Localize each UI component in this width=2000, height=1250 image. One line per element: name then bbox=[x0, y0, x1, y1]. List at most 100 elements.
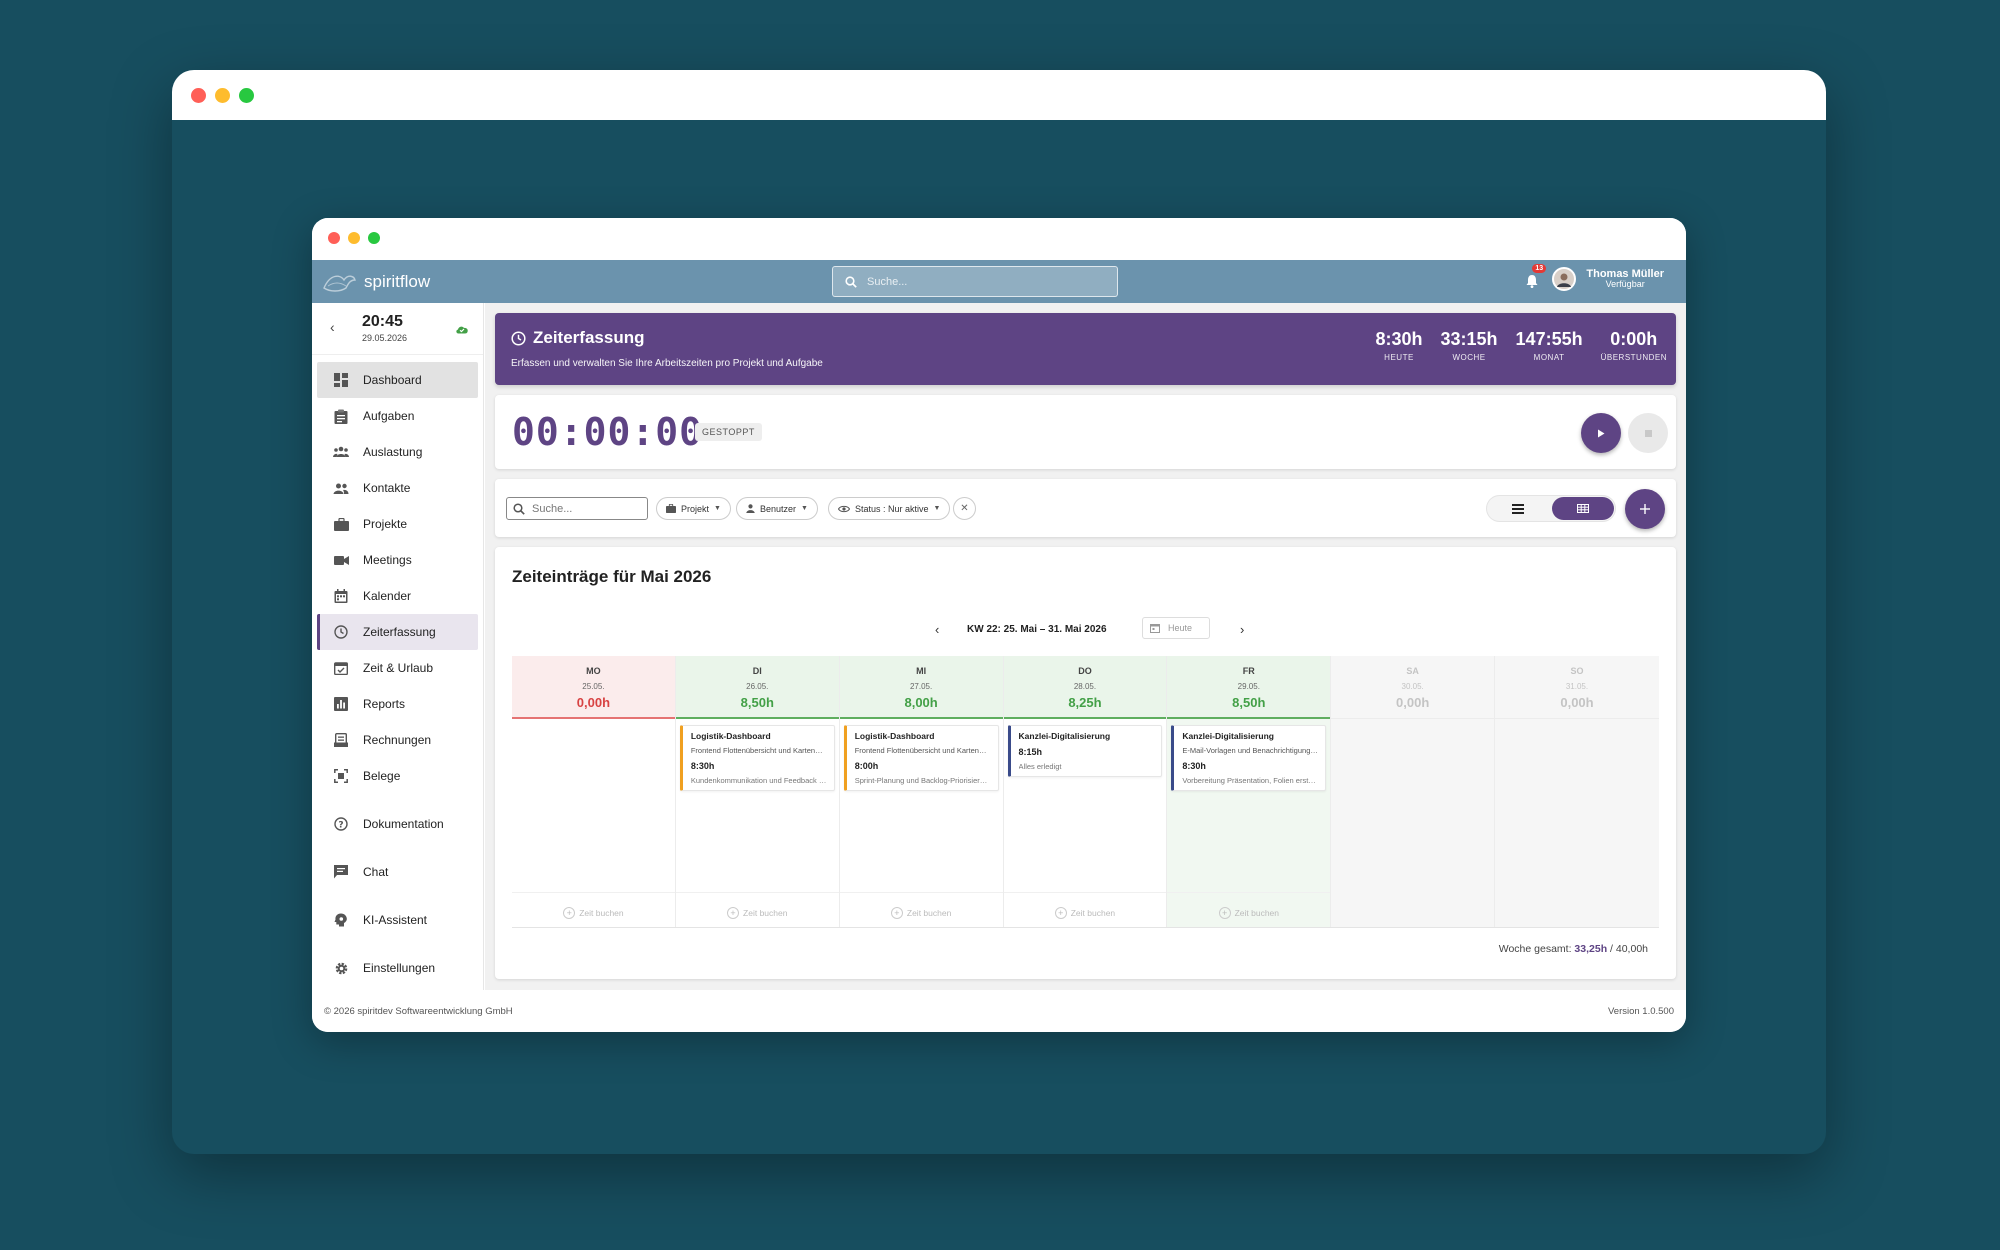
user-avatar[interactable] bbox=[1552, 267, 1577, 291]
next-week-button[interactable]: › bbox=[1240, 622, 1244, 637]
briefcase-icon bbox=[333, 516, 349, 532]
sidebar-item-label: Rechnungen bbox=[363, 733, 432, 747]
minimize-app-button[interactable] bbox=[348, 232, 360, 244]
sidebar-item-einstellungen[interactable]: Einstellungen bbox=[317, 950, 478, 986]
user-menu[interactable]: Thomas Müller Verfügbar bbox=[1586, 268, 1664, 290]
sidebar-item-auslastung[interactable]: Auslastung bbox=[317, 434, 478, 470]
book-time-button[interactable]: + Zeit buchen bbox=[1004, 907, 1167, 919]
close-app-button[interactable] bbox=[328, 232, 340, 244]
sidebar-item-projekte[interactable]: Projekte bbox=[317, 506, 478, 542]
previous-week-button[interactable]: ‹ bbox=[935, 622, 939, 637]
user-status: Verfügbar bbox=[1605, 279, 1645, 290]
week-navigation: ‹ KW 22: 25. Mai – 31. Mai 2026 Heute › bbox=[935, 617, 1255, 641]
status-filter-dropdown[interactable]: Status : Nur aktive ▼ bbox=[828, 497, 951, 520]
sidebar-item-belege[interactable]: Belege bbox=[317, 758, 478, 794]
book-time-button[interactable]: + Zeit buchen bbox=[512, 907, 675, 919]
contacts-icon bbox=[333, 480, 349, 496]
entry-task: Frontend Flottenübersicht und Kartenansi… bbox=[690, 746, 827, 755]
video-icon bbox=[333, 552, 349, 568]
day-name: FR bbox=[1242, 666, 1255, 676]
caret-down-icon: ▼ bbox=[933, 505, 941, 512]
book-time-label: Zeit buchen bbox=[1070, 908, 1116, 918]
time-entries-card: Zeiteinträge für Mai 2026 ‹ KW 22: 25. M… bbox=[495, 547, 1676, 979]
sidebar-item-kontakte[interactable]: Kontakte bbox=[317, 470, 478, 506]
time-entry[interactable]: Logistik-Dashboard Frontend Flottenübers… bbox=[679, 725, 835, 791]
day-hours: 8,25h bbox=[1068, 695, 1102, 710]
day-hours: 0,00h bbox=[1560, 695, 1594, 710]
book-time-button[interactable]: + Zeit buchen bbox=[676, 907, 839, 919]
notifications-button[interactable]: 13 bbox=[1524, 264, 1547, 288]
sidebar-item-ki-assistent[interactable]: KI-Assistent bbox=[317, 902, 478, 938]
calendar-icon bbox=[1150, 624, 1160, 633]
entry-hours: 8:30h bbox=[690, 761, 715, 771]
clear-filters-button[interactable]: ✕ bbox=[953, 497, 976, 520]
time-entry[interactable]: Logistik-Dashboard Frontend Flottenübers… bbox=[843, 725, 999, 791]
time-entry[interactable]: Kanzlei-Digitalisierung E-Mail-Vorlagen … bbox=[1171, 725, 1327, 791]
sidebar-item-chat[interactable]: Chat bbox=[317, 854, 478, 890]
page-title-text: Zeiterfassung bbox=[533, 328, 645, 347]
global-search-input[interactable]: Suche... bbox=[832, 266, 1118, 297]
sidebar-item-zeit-urlaub[interactable]: Zeit & Urlaub bbox=[317, 650, 478, 686]
sidebar-item-aufgaben[interactable]: Aufgaben bbox=[317, 398, 478, 434]
global-search-placeholder: Suche... bbox=[867, 275, 908, 288]
add-entry-button[interactable] bbox=[1625, 489, 1665, 529]
day-name: MO bbox=[586, 666, 601, 676]
time-entries-title: Zeiteinträge für Mai 2026 bbox=[512, 567, 712, 586]
stat-label: WOCHE bbox=[1452, 353, 1486, 362]
sidebar-item-label: Zeit & Urlaub bbox=[363, 661, 434, 675]
maximize-app-button[interactable] bbox=[368, 232, 380, 244]
sidebar-item-label: Kontakte bbox=[363, 481, 411, 495]
day-body[interactable]: Kanzlei-Digitalisierung 8:15h Alles erle… bbox=[1003, 719, 1167, 927]
day-column-so: SO 31.05. 0,00h bbox=[1495, 656, 1659, 927]
day-body[interactable]: Logistik-Dashboard Frontend Flottenübers… bbox=[839, 719, 1003, 927]
day-date: 26.05. bbox=[746, 682, 769, 691]
sidebar-item-label: Auslastung bbox=[363, 445, 423, 459]
entry-note: Sprint-Planung und Backlog-Priorisierung bbox=[854, 776, 991, 785]
minimize-window-button[interactable] bbox=[215, 88, 230, 103]
copyright-text: © 2026 spiritdev Softwareentwicklung Gmb… bbox=[324, 1006, 513, 1017]
list-view-button[interactable] bbox=[1486, 495, 1550, 522]
day-body[interactable]: Logistik-Dashboard Frontend Flottenübers… bbox=[675, 719, 839, 927]
sidebar-item-dokumentation[interactable]: ? Dokumentation bbox=[317, 806, 478, 842]
sidebar-item-zeiterfassung[interactable]: Zeiterfassung bbox=[317, 614, 478, 650]
day-column-di: DI 26.05. 8,50h Logistik-Dashboard Front… bbox=[675, 656, 840, 927]
sidebar-item-reports[interactable]: Reports bbox=[317, 686, 478, 722]
user-filter-dropdown[interactable]: Benutzer ▼ bbox=[736, 497, 818, 520]
collapse-sidebar-button[interactable]: ‹ bbox=[330, 319, 335, 335]
day-date: 27.05. bbox=[909, 682, 933, 691]
sidebar-item-meetings[interactable]: Meetings bbox=[317, 542, 478, 578]
stop-timer-button[interactable] bbox=[1628, 413, 1668, 453]
sidebar-item-rechnungen[interactable]: Rechnungen bbox=[317, 722, 478, 758]
calendar-view-button[interactable] bbox=[1552, 497, 1614, 520]
stat-monat: 147:55h MONAT bbox=[1507, 329, 1592, 362]
today-button[interactable]: Heute bbox=[1142, 617, 1210, 639]
logo-icon bbox=[323, 275, 356, 292]
play-icon bbox=[1598, 429, 1605, 437]
book-time-button[interactable]: + Zeit buchen bbox=[1167, 907, 1330, 919]
entry-hours: 8:30h bbox=[1182, 761, 1206, 771]
day-header: SA 30.05. 0,00h bbox=[1331, 656, 1495, 719]
view-toggle bbox=[1486, 495, 1616, 522]
app-footer: © 2026 spiritdev Softwareentwicklung Gmb… bbox=[312, 990, 1686, 1032]
ai-icon bbox=[333, 912, 349, 928]
day-header: DO 28.05. 8,25h bbox=[1003, 656, 1167, 719]
version-text: Version 1.0.500 bbox=[1607, 1006, 1674, 1017]
book-time-button[interactable]: + Zeit buchen bbox=[840, 907, 1003, 919]
project-filter-dropdown[interactable]: Projekt ▼ bbox=[656, 497, 731, 520]
book-time-label: Zeit buchen bbox=[743, 908, 788, 918]
day-body[interactable]: + Zeit buchen bbox=[512, 719, 675, 927]
time-entry[interactable]: Kanzlei-Digitalisierung 8:15h Alles erle… bbox=[1007, 725, 1163, 777]
app-logo[interactable]: spiritflow bbox=[322, 270, 430, 294]
sidebar-item-dashboard[interactable]: Dashboard bbox=[317, 362, 478, 398]
start-timer-button[interactable] bbox=[1581, 413, 1621, 453]
sidebar-item-kalender[interactable]: Kalender bbox=[317, 578, 478, 614]
team-icon bbox=[333, 444, 349, 460]
entry-search-input[interactable]: Suche... bbox=[506, 497, 648, 520]
day-body[interactable]: Kanzlei-Digitalisierung E-Mail-Vorlagen … bbox=[1167, 719, 1331, 927]
filter-bar: Suche... Projekt ▼ Benutzer ▼ Status : N… bbox=[495, 479, 1676, 537]
close-window-button[interactable] bbox=[191, 88, 206, 103]
maximize-window-button[interactable] bbox=[239, 88, 254, 103]
calendar-icon bbox=[333, 588, 349, 604]
help-icon: ? bbox=[333, 816, 349, 832]
day-column-mi: MI 27.05. 8,00h Logistik-Dashboard Front… bbox=[839, 656, 1004, 927]
